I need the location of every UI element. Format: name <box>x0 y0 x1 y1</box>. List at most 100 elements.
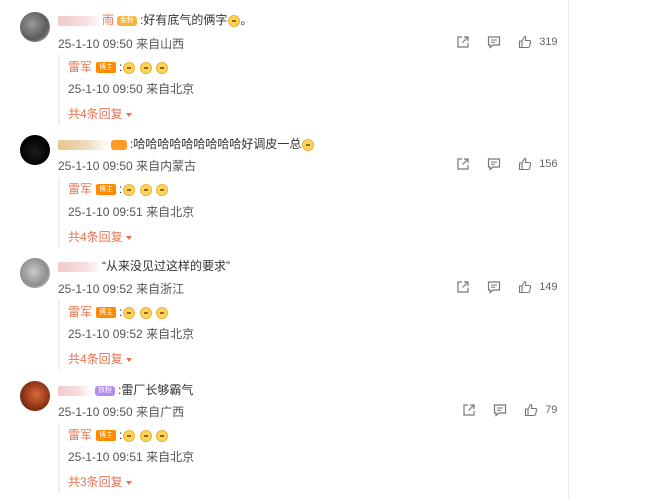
more-replies-link[interactable]: 共3条回复 <box>68 473 132 490</box>
comment-text: “从来没见过这样的要求” <box>102 259 230 273</box>
reply-meta: 25-1-10 09:51 来自北京 <box>68 448 194 465</box>
thumbs-up-icon[interactable] <box>518 280 532 294</box>
comment-meta: 25-1-10 09:50 来自山西 <box>58 35 184 52</box>
reply-meta: 25-1-10 09:51 来自北京 <box>68 203 194 220</box>
cat-face-emoji-icon <box>139 61 152 74</box>
thumbs-up-icon[interactable] <box>518 157 532 171</box>
reply-item: 雷军 博主: <box>68 60 169 74</box>
username-blurred[interactable] <box>58 385 92 396</box>
reply-username[interactable]: 雷军 <box>68 182 92 196</box>
cat-face-emoji-icon <box>123 429 136 442</box>
reply-meta: 25-1-10 09:50 来自北京 <box>68 80 194 97</box>
reply-rule <box>58 55 60 125</box>
chevron-down-icon <box>125 480 132 485</box>
reply-colon: : <box>119 428 123 442</box>
comment-header: :哈哈哈哈哈哈哈哈哈好调皮一总 <box>58 137 315 151</box>
comment-text: :好有底气的俩字 <box>140 13 228 27</box>
more-replies-link[interactable]: 共4条回复 <box>68 350 132 367</box>
cat-face-emoji-icon <box>156 61 169 74</box>
cat-face-emoji-icon <box>139 429 152 442</box>
cat-face-emoji-icon <box>139 183 152 196</box>
fan-badge[interactable]: 铁粉 <box>95 385 115 396</box>
comment-icon[interactable] <box>487 35 501 49</box>
username-blurred[interactable] <box>58 15 102 26</box>
username-blurred[interactable] <box>58 139 108 150</box>
reply-colon: : <box>119 60 123 74</box>
reply-colon: : <box>119 305 123 319</box>
fan-badge[interactable] <box>111 139 127 150</box>
chevron-down-icon <box>125 112 132 117</box>
more-replies-link[interactable]: 共4条回复 <box>68 228 132 245</box>
more-replies-link[interactable]: 共4条回复 <box>68 105 132 122</box>
reply-timestamp: 25-1-10 09:52 <box>68 327 143 341</box>
comment-actions: 319 <box>456 35 558 49</box>
more-replies-label: 共4条回复 <box>68 107 123 121</box>
like-count: 319 <box>539 36 558 48</box>
reply-location: 来自北京 <box>146 205 195 219</box>
cat-face-emoji-icon <box>228 14 241 27</box>
chevron-down-icon <box>125 357 132 362</box>
like-count: 156 <box>539 158 558 170</box>
comment-icon[interactable] <box>493 403 507 417</box>
reply-timestamp: 25-1-10 09:51 <box>68 205 143 219</box>
location: 来自浙江 <box>136 282 185 296</box>
username-blurred[interactable] <box>58 261 102 272</box>
reply-username[interactable]: 雷军 <box>68 60 92 74</box>
comment-icon[interactable] <box>487 280 501 294</box>
timestamp: 25-1-10 09:50 <box>58 405 133 419</box>
blogger-badge: 博主 <box>96 430 117 442</box>
reply-username[interactable]: 雷军 <box>68 305 92 319</box>
cat-face-emoji-icon <box>123 183 136 196</box>
share-icon[interactable] <box>456 157 470 171</box>
share-icon[interactable] <box>462 403 476 417</box>
timestamp: 25-1-10 09:50 <box>58 37 133 51</box>
comment-text: :雷厂长够霸气 <box>118 383 194 397</box>
timestamp: 25-1-10 09:50 <box>58 159 133 173</box>
reply-rule <box>58 300 60 370</box>
comment-actions: 156 <box>456 157 558 171</box>
comment-header: 铁粉:雷厂长够霸气 <box>58 383 193 397</box>
comment-header: “从来没见过这样的要求” <box>58 259 230 273</box>
avatar[interactable] <box>20 135 50 165</box>
avatar[interactable] <box>20 258 50 288</box>
share-icon[interactable] <box>456 280 470 294</box>
username[interactable]: 雨 <box>102 13 114 27</box>
reply-meta: 25-1-10 09:52 来自北京 <box>68 325 194 342</box>
comment-actions: 79 <box>462 403 557 417</box>
reply-location: 来自北京 <box>146 450 195 464</box>
cat-face-emoji-icon <box>139 306 152 319</box>
reply-item: 雷军 博主: <box>68 305 169 319</box>
fan-badge[interactable]: 金粉 <box>117 15 138 26</box>
location: 来自山西 <box>136 37 185 51</box>
comment-actions: 149 <box>456 280 558 294</box>
cat-face-emoji-icon <box>156 429 169 442</box>
comment-text: :哈哈哈哈哈哈哈哈哈好调皮一总 <box>130 137 302 151</box>
thumbs-up-icon[interactable] <box>518 35 532 49</box>
cat-face-emoji-icon <box>156 183 169 196</box>
reply-timestamp: 25-1-10 09:51 <box>68 450 143 464</box>
reply-colon: : <box>119 182 123 196</box>
reply-item: 雷军 博主: <box>68 428 169 442</box>
cat-face-emoji-icon <box>156 306 169 319</box>
thumbs-up-icon[interactable] <box>524 403 538 417</box>
blogger-badge: 博主 <box>96 184 117 196</box>
location: 来自广西 <box>136 405 185 419</box>
cat-face-emoji-icon <box>123 306 136 319</box>
more-replies-label: 共3条回复 <box>68 475 123 489</box>
reply-item: 雷军 博主: <box>68 182 169 196</box>
reply-username[interactable]: 雷军 <box>68 428 92 442</box>
avatar[interactable] <box>20 12 50 42</box>
right-divider <box>568 0 569 499</box>
blogger-badge: 博主 <box>96 307 117 319</box>
comment-meta: 25-1-10 09:52 来自浙江 <box>58 280 184 297</box>
comment-icon[interactable] <box>487 157 501 171</box>
share-icon[interactable] <box>456 35 470 49</box>
more-replies-label: 共4条回复 <box>68 230 123 244</box>
location: 来自内蒙古 <box>136 159 197 173</box>
timestamp: 25-1-10 09:52 <box>58 282 133 296</box>
cat-face-emoji-icon <box>123 61 136 74</box>
avatar[interactable] <box>20 381 50 411</box>
reply-location: 来自北京 <box>146 82 195 96</box>
reply-timestamp: 25-1-10 09:50 <box>68 82 143 96</box>
reply-rule <box>58 423 60 493</box>
